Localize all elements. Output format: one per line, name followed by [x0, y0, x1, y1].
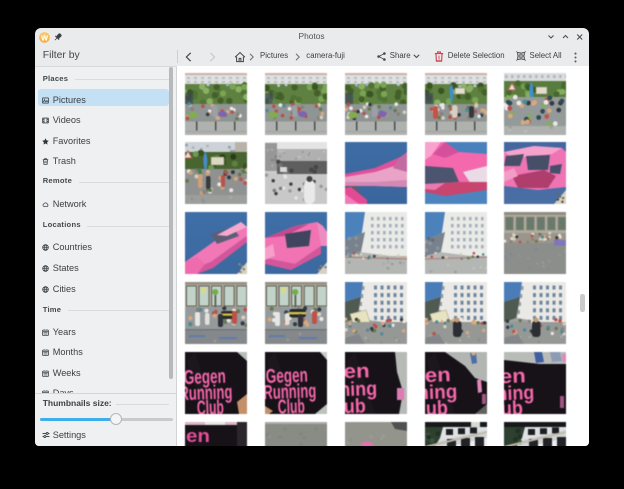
- svg-text:ub: ub: [425, 397, 448, 414]
- svg-text:W: W: [41, 33, 49, 42]
- svg-text:ub: ub: [345, 395, 366, 414]
- svg-text:en: en: [186, 426, 210, 446]
- svg-text:ub: ub: [504, 397, 523, 414]
- svg-text:Club: Club: [277, 396, 305, 414]
- svg-text:Club: Club: [197, 397, 225, 414]
